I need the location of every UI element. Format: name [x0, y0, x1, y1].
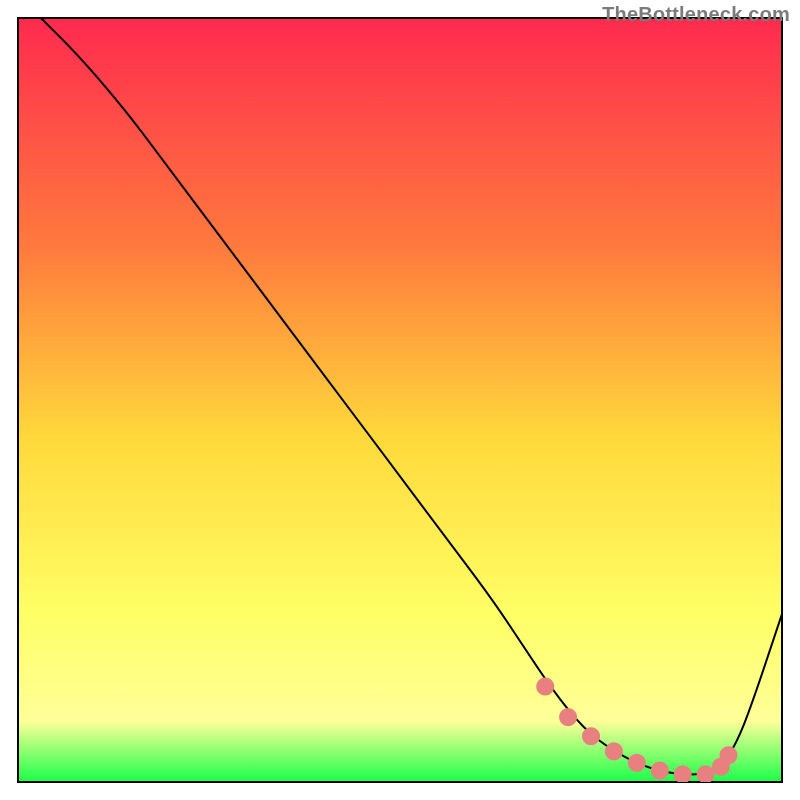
bottleneck-chart: [0, 0, 800, 800]
watermark-label: TheBottleneck.com: [602, 4, 790, 27]
highlight-marker: [583, 728, 600, 745]
plot-background: [18, 18, 782, 782]
highlight-marker: [560, 709, 577, 726]
highlight-marker: [537, 678, 554, 695]
chart-stage: TheBottleneck.com: [0, 0, 800, 800]
highlight-marker: [628, 754, 645, 771]
highlight-marker: [651, 762, 668, 779]
highlight-marker: [697, 766, 714, 783]
highlight-marker: [605, 743, 622, 760]
highlight-marker: [674, 766, 691, 783]
highlight-marker: [720, 747, 737, 764]
